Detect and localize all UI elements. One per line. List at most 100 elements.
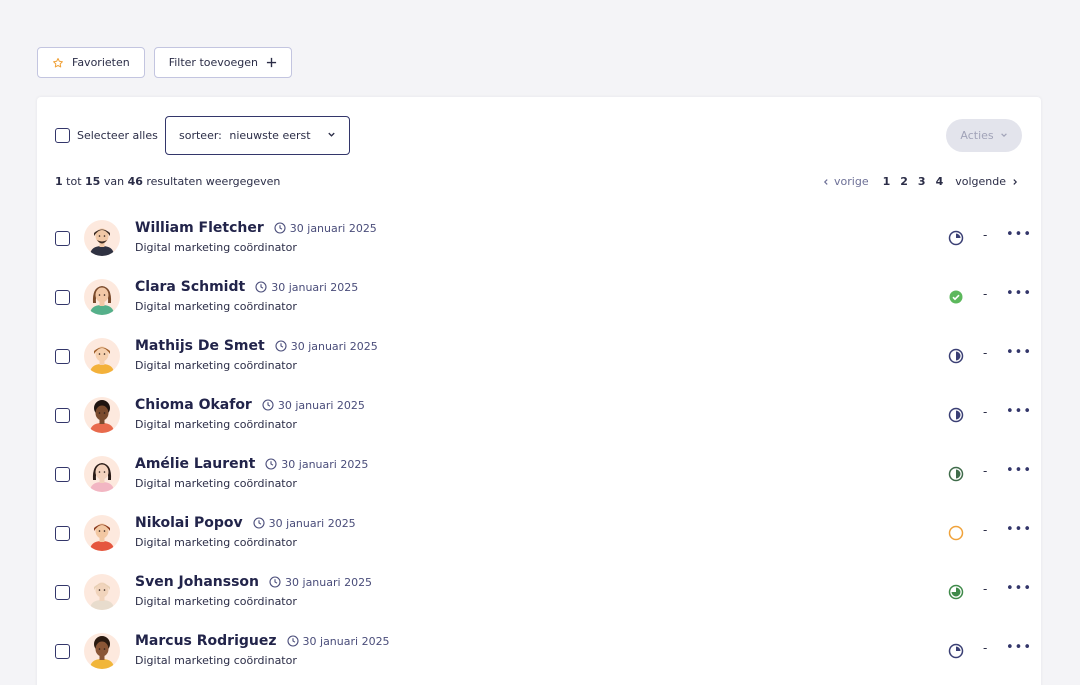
candidate-row[interactable]: Amélie Laurent 30 januari 2025 Digital mar… [37,444,1041,503]
row-checkbox[interactable] [55,290,70,305]
candidate-role: Digital marketing coördinator [135,241,297,254]
results-total: 46 [127,175,143,188]
plus-icon [266,57,277,68]
candidate-name[interactable]: Amélie Laurent [135,456,255,472]
candidate-date-text: 30 januari 2025 [271,280,359,294]
favorites-label: Favorieten [72,56,130,69]
results-van: van [103,175,125,188]
prev-page-label: vorige [834,175,869,188]
results-tot: tot [66,175,82,188]
candidate-row[interactable]: Clara Schmidt 30 januari 2025 Digital mark… [37,267,1041,326]
progress-status-icon [948,525,964,541]
candidate-row[interactable]: Marcus Rodriguez 30 januari 2025 Digital m… [37,621,1041,680]
results-from: 1 [55,175,63,188]
sort-dropdown[interactable]: sorteer: nieuwste eerst [165,116,350,155]
add-filter-button[interactable]: Filter toevoegen [153,47,292,78]
score-placeholder: - [983,641,988,655]
more-horizontal-icon[interactable]: ••• [1006,463,1032,478]
row-checkbox[interactable] [55,349,70,364]
page-3[interactable]: 3 [918,175,926,188]
candidate-name[interactable]: William Fletcher [135,220,264,236]
candidate-row[interactable]: Nikolai Popov 30 januari 2025 Digital mark… [37,503,1041,562]
candidate-name[interactable]: Chioma Okafor [135,397,252,413]
next-page-link[interactable]: volgende [955,175,1019,188]
candidate-name[interactable]: Mathijs De Smet [135,338,265,354]
clock-icon [262,399,274,411]
clock-icon [253,517,265,529]
candidate-row[interactable]: Sven Johansson 30 januari 2025 Digital mar… [37,562,1041,621]
candidate-row[interactable]: Chioma Okafor 30 januari 2025 Digital mark… [37,385,1041,444]
score-placeholder: - [983,523,988,537]
row-checkbox[interactable] [55,467,70,482]
candidate-name[interactable]: Clara Schmidt [135,279,245,295]
candidate-name-line: Amélie Laurent 30 januari 2025 [135,456,368,472]
candidate-date: 30 januari 2025 [275,340,378,353]
candidate-name[interactable]: Sven Johansson [135,574,259,590]
actions-label: Acties [960,129,994,142]
clock-icon [269,576,281,588]
row-checkbox[interactable] [55,231,70,246]
row-checkbox[interactable] [55,408,70,423]
candidate-role: Digital marketing coördinator [135,418,297,431]
chevron-left-icon [823,178,828,185]
candidate-row[interactable]: Mathijs De Smet 30 januari 2025 Digital ma… [37,326,1041,385]
clock-icon [275,340,287,352]
avatar [84,515,120,551]
avatar [84,456,120,492]
avatar [84,633,120,669]
candidate-date-text: 30 januari 2025 [285,575,373,589]
avatar [84,397,120,433]
candidate-date: 30 januari 2025 [253,517,356,530]
more-horizontal-icon[interactable]: ••• [1006,640,1032,655]
page-4[interactable]: 4 [936,175,944,188]
results-to: 15 [85,175,101,188]
candidate-name-line: Mathijs De Smet 30 januari 2025 [135,338,378,354]
select-all-checkbox[interactable] [55,128,70,143]
select-all[interactable]: Selecteer alles [55,128,158,143]
candidate-name-line: Chioma Okafor 30 januari 2025 [135,397,365,413]
candidate-date-text: 30 januari 2025 [290,339,378,353]
candidate-date-text: 30 januari 2025 [277,398,365,412]
page-1[interactable]: 1 [883,175,891,188]
candidate-row[interactable]: William Fletcher 30 januari 2025 Digital m… [37,208,1041,267]
clock-icon [274,222,286,234]
chevron-down-icon [1000,129,1008,142]
row-checkbox[interactable] [55,644,70,659]
prev-page-link[interactable]: vorige [822,175,869,188]
candidates-card: Selecteer alles sorteer: nieuwste eerst … [37,97,1041,685]
progress-status-icon [948,643,964,659]
sort-value: nieuwste eerst [229,129,311,142]
candidate-role: Digital marketing coördinator [135,359,297,372]
progress-status-icon [948,466,964,482]
avatar [84,338,120,374]
candidate-role: Digital marketing coördinator [135,477,297,490]
candidate-name-line: Clara Schmidt 30 januari 2025 [135,279,358,295]
candidate-name[interactable]: Nikolai Popov [135,515,243,531]
row-checkbox[interactable] [55,585,70,600]
avatar [84,220,120,256]
progress-status-icon [948,289,964,305]
more-horizontal-icon[interactable]: ••• [1006,227,1032,242]
candidate-name[interactable]: Marcus Rodriguez [135,633,277,649]
score-placeholder: - [983,582,988,596]
more-horizontal-icon[interactable]: ••• [1006,404,1032,419]
progress-status-icon [948,584,964,600]
results-summary: 1 tot 15 van 46 resultaten weergegeven [55,175,280,188]
more-horizontal-icon[interactable]: ••• [1006,286,1032,301]
candidate-date: 30 januari 2025 [255,281,358,294]
progress-status-icon [948,407,964,423]
actions-button[interactable]: Acties [946,119,1022,152]
score-placeholder: - [983,287,988,301]
more-horizontal-icon[interactable]: ••• [1006,581,1032,596]
candidate-date: 30 januari 2025 [262,399,365,412]
clock-icon [265,458,277,470]
candidate-name-line: William Fletcher 30 januari 2025 [135,220,377,236]
more-horizontal-icon[interactable]: ••• [1006,345,1032,360]
more-horizontal-icon[interactable]: ••• [1006,522,1032,537]
score-placeholder: - [983,228,988,242]
page-2[interactable]: 2 [900,175,908,188]
avatar [84,574,120,610]
select-all-label: Selecteer alles [77,129,158,142]
row-checkbox[interactable] [55,526,70,541]
favorites-button[interactable]: Favorieten [37,47,145,78]
